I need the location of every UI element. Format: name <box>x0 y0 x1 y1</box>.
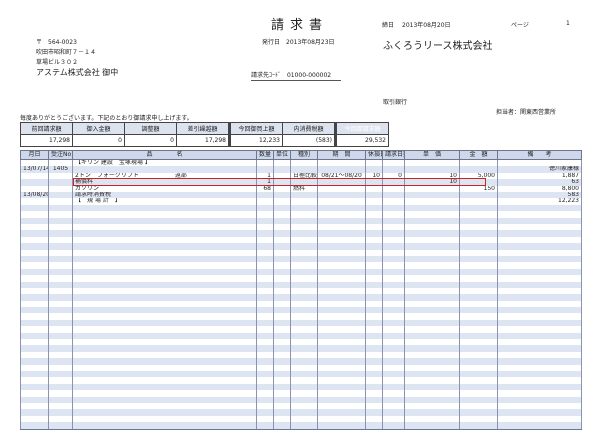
table-cell <box>404 159 460 167</box>
recipient-address-2: 草場ビル３０２ <box>36 59 79 66</box>
issue-date: 2013年08月23日 <box>286 39 335 46</box>
bank-label: 取引銀行 <box>383 99 408 106</box>
billing-code-value: 01000-000002 <box>286 72 332 79</box>
summary-header: 御入金額 <box>72 122 125 135</box>
table-cell <box>48 159 73 167</box>
column-header: 金 額 <box>459 150 498 160</box>
table-cell: 13/08/20 <box>20 192 49 199</box>
column-header: 月日 <box>20 150 49 160</box>
table-cell <box>256 422 274 430</box>
summary-value: 17,298 <box>176 134 230 147</box>
document-title: 請求書 <box>271 18 329 33</box>
table-cell <box>365 422 383 430</box>
summary-value: 0 <box>124 134 177 147</box>
table-cell <box>317 422 366 430</box>
table-cell <box>20 422 49 430</box>
table-cell: 13/07/14 <box>20 166 49 173</box>
table-row-empty <box>20 422 582 430</box>
column-header: 数量 <box>256 150 274 160</box>
table-cell <box>290 159 318 167</box>
column-header: 単位 <box>273 150 291 160</box>
column-header: 単 価 <box>404 150 460 160</box>
summary-header: 内消費税額 <box>282 122 336 135</box>
summary-value: (583) <box>282 134 336 147</box>
recipient-zip: 〒 564-0023 <box>36 39 77 46</box>
table-cell <box>497 422 582 430</box>
column-header: 品 名 <box>72 150 257 160</box>
summary-header: 前回請求額 <box>20 122 73 135</box>
table-cell <box>365 159 383 167</box>
table-cell <box>20 159 49 167</box>
table-cell <box>273 422 291 430</box>
close-date: 2013年08月20日 <box>402 22 451 29</box>
table-row: 【キリン 建設 宝塚現場 】 <box>20 159 582 167</box>
close-date-label: 締日 <box>382 22 395 29</box>
table-cell <box>382 422 405 430</box>
billing-code: 請求先ｺｰﾄﾞ 01000-000002 <box>251 70 341 81</box>
recipient-address-1: 吹田市昭和町７－１４ <box>36 49 97 56</box>
summary-table: 前回請求額 御入金額 調整額 差引繰越額 今回御買上額 内消費税額 今回御請求額… <box>20 122 389 147</box>
column-header: 備 考 <box>497 150 582 160</box>
table-cell <box>273 159 291 167</box>
page-number: 1 <box>566 20 570 27</box>
summary-header: 今回御買上額 <box>228 122 283 135</box>
table-cell <box>404 422 460 430</box>
summary-value-total: 29,532 <box>334 134 389 147</box>
table-cell <box>290 422 318 430</box>
table-cell <box>317 159 366 167</box>
column-header: 請求日数 <box>382 150 405 160</box>
line-items-table: 月日受注No品 名数量単位種別期 間休損日数請求日数単 価金 額備 考 【キリン… <box>20 150 582 430</box>
summary-value: 17,298 <box>20 134 73 147</box>
column-header: 種別 <box>290 150 318 160</box>
table-cell: 08/21～08/20 <box>317 172 366 180</box>
issuer-company: ふくろうリース株式会社 <box>383 41 493 52</box>
column-header: 休損日数 <box>365 150 383 160</box>
table-cell <box>497 159 582 167</box>
summary-value: 12,233 <box>228 134 283 147</box>
summary-header: 差引繰越額 <box>176 122 230 135</box>
column-header: 受注No <box>48 150 73 160</box>
table-cell <box>256 159 274 167</box>
table-cell: 日極比較 <box>290 172 318 180</box>
summary-header: 調整額 <box>124 122 177 135</box>
column-header: 期 間 <box>317 150 366 160</box>
recipient-company: アステム株式会社 御中 <box>36 68 119 77</box>
table-cell <box>382 159 405 167</box>
table-cell: 【キリン 建設 宝塚現場 】 <box>72 159 257 167</box>
summary-header-total: 今回御請求額 <box>334 122 389 135</box>
table-cell <box>48 422 73 430</box>
billing-code-label: 請求先ｺｰﾄﾞ <box>251 72 282 79</box>
table-cell <box>459 422 498 430</box>
page-label: ページ <box>511 22 529 29</box>
issue-date-label: 発行日 <box>262 39 281 46</box>
table-cell <box>72 422 257 430</box>
office-label: 担当者：関東西営業所 <box>496 109 557 116</box>
table-cell <box>459 159 498 167</box>
greeting-text: 毎度ありがとうございます。下記のとおり御請求申し上げます。 <box>20 115 193 122</box>
summary-value: 0 <box>72 134 125 147</box>
